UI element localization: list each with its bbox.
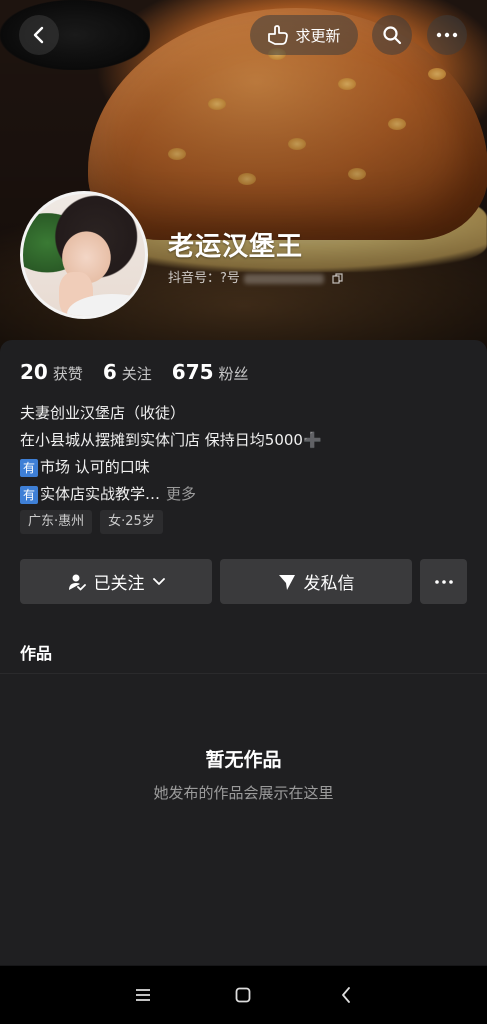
chevron-left-icon: [33, 26, 44, 44]
copy-icon[interactable]: [332, 273, 343, 284]
bio[interactable]: 夫妻创业汉堡店（收徒） 在小县城从摆摊到实体门店 保持日均5000➕ 有市场 认…: [20, 400, 322, 508]
bio-line-4-text: 实体店实战教学…: [40, 485, 161, 503]
empty-state-subtitle: 她发布的作品会展示在这里: [153, 784, 334, 802]
bio-more-link[interactable]: 更多: [166, 485, 196, 503]
chevron-down-icon: [152, 577, 165, 585]
stat-followers-count: 675: [171, 360, 214, 384]
user-check-icon: [68, 574, 86, 590]
gender-age-chip: 女·25岁: [100, 510, 163, 534]
menu-icon: [136, 989, 150, 1001]
profile-panel: 20 获赞 6 关注 675 粉丝 夫妻创业汉堡店（收徒） 在小县城从摆摊到实体门店 …: [0, 340, 487, 965]
douyin-id-value: ?号: [220, 271, 240, 286]
stat-following[interactable]: 6 关注: [103, 360, 152, 384]
search-icon: [383, 26, 402, 45]
tab-works[interactable]: 作品: [20, 640, 52, 664]
stat-followers[interactable]: 675 粉丝: [172, 360, 249, 384]
nav-menu-button[interactable]: [131, 984, 155, 1006]
search-button[interactable]: [372, 15, 412, 55]
plus-icon: ➕: [302, 431, 322, 449]
more-dots-icon: [436, 32, 458, 38]
stat-likes-count: 20: [20, 360, 48, 384]
bio-line-3-text: 市场 认可的口味: [40, 458, 150, 476]
stat-followers-label: 粉丝: [218, 365, 249, 383]
nav-home-button[interactable]: [231, 984, 255, 1006]
request-update-button[interactable]: 求更新: [250, 15, 358, 55]
divider: [0, 673, 487, 674]
bio-line-3: 有市场 认可的口味: [20, 454, 322, 481]
bio-line-2: 在小县城从摆摊到实体门店 保持日均5000➕: [20, 427, 322, 454]
system-nav-bar: [0, 966, 487, 1024]
request-update-label: 求更新: [295, 26, 341, 45]
action-buttons: 已关注 发私信: [20, 559, 467, 604]
pointing-hand-icon: [268, 25, 289, 45]
profile-chips: 广东·惠州 女·25岁: [20, 510, 163, 534]
bio-line-4: 有实体店实战教学… 更多: [20, 481, 322, 508]
stat-following-label: 关注: [121, 365, 152, 383]
nav-back-button[interactable]: [334, 984, 358, 1006]
you-tag-icon: 有: [20, 458, 38, 477]
avatar[interactable]: [20, 191, 148, 319]
send-icon: [278, 574, 295, 590]
location-chip: 广东·惠州: [20, 510, 93, 534]
send-message-button[interactable]: 发私信: [220, 559, 412, 604]
home-square-icon: [235, 987, 251, 1003]
following-label: 已关注: [93, 574, 145, 594]
stat-likes-label: 获赞: [52, 365, 83, 383]
chevron-left-icon: [342, 987, 350, 1003]
bio-line-1: 夫妻创业汉堡店（收徒）: [20, 404, 186, 422]
stat-following-count: 6: [102, 360, 117, 384]
douyin-id-label: 抖音号：: [168, 271, 221, 286]
more-actions-button[interactable]: [420, 559, 467, 604]
send-message-label: 发私信: [303, 574, 355, 594]
you-tag-icon: 有: [20, 485, 38, 504]
stat-likes[interactable]: 20 获赞: [20, 360, 83, 384]
more-dots-icon: [434, 579, 453, 584]
bio-line-2-text: 在小县城从摆摊到实体门店 保持日均5000: [20, 431, 303, 449]
profile-screen: 求更新 老运汉堡王 抖音号：?号 20 获赞 6 关注 675 粉丝 夫妻创业汉…: [0, 0, 487, 1024]
following-button[interactable]: 已关注: [20, 559, 212, 604]
stats-row: 20 获赞 6 关注 675 粉丝: [20, 360, 249, 384]
more-button[interactable]: [427, 15, 467, 55]
profile-name: 老运汉堡王: [168, 232, 304, 262]
empty-state-title: 暂无作品: [205, 749, 282, 771]
douyin-id[interactable]: 抖音号：?号: [168, 267, 343, 286]
back-button[interactable]: [19, 15, 59, 55]
